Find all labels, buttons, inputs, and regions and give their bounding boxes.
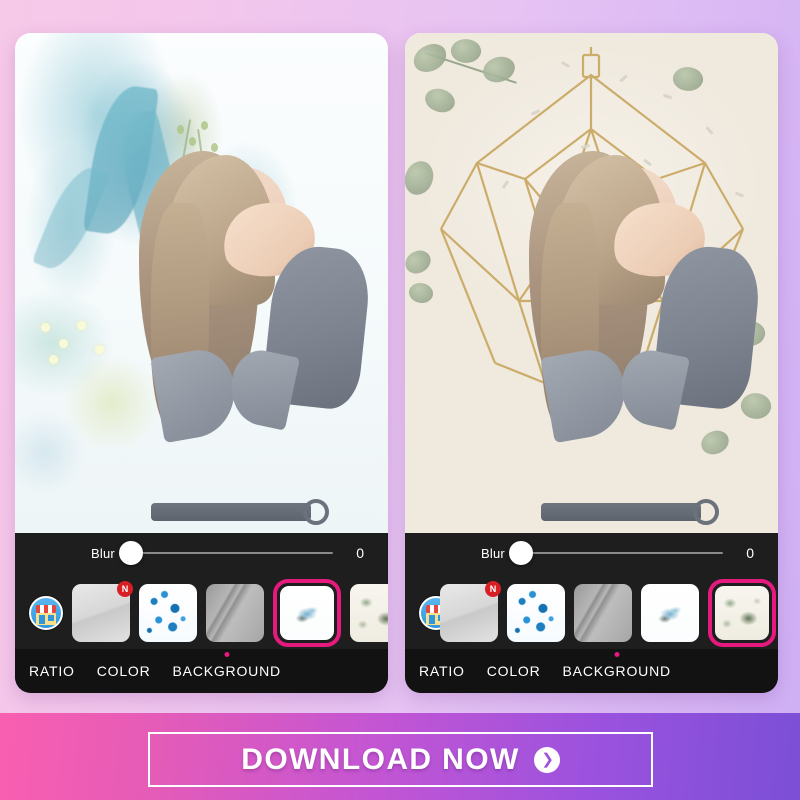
blur-slider-value: 0 <box>356 545 364 561</box>
promo-stage: Blur 0 N RATIO COLOR BACKGROUND Blur 0 N… <box>0 0 800 800</box>
thumb-image <box>715 586 769 640</box>
blur-slider-label: Blur <box>91 545 115 561</box>
belt-shape <box>151 503 311 521</box>
belt-ring <box>303 499 329 525</box>
blur-slider-row: Blur 0 <box>405 533 778 573</box>
thumb-blossom[interactable] <box>507 584 565 642</box>
new-badge: N <box>117 581 133 597</box>
blur-slider-value: 0 <box>746 545 754 561</box>
tab-background[interactable]: BACKGROUND <box>563 663 671 679</box>
editor-tab-bar[interactable]: RATIO COLOR BACKGROUND <box>15 649 388 693</box>
blur-slider-knob[interactable] <box>119 541 143 565</box>
thumb-wall[interactable] <box>574 584 632 642</box>
editor-tray: Blur 0 N RATIO COLOR BACKGROUND <box>405 533 778 693</box>
blur-slider-knob[interactable] <box>509 541 533 565</box>
chevron-right-icon: ❯ <box>533 746 560 773</box>
tab-ratio[interactable]: RATIO <box>29 663 75 679</box>
store-window-icon <box>48 615 54 621</box>
store-door-icon <box>39 615 45 624</box>
thumb-wall[interactable] <box>206 584 264 642</box>
blur-slider-label: Blur <box>481 545 505 561</box>
thumb-blue-sprig[interactable] <box>641 584 699 642</box>
thumb-eucalyptus[interactable] <box>708 579 776 647</box>
download-now-label: DOWNLOAD NOW <box>241 742 520 776</box>
new-badge: N <box>485 581 501 597</box>
thumb-fabric[interactable]: N <box>440 581 501 642</box>
before-photo <box>15 33 388 533</box>
tab-ratio[interactable]: RATIO <box>419 663 465 679</box>
thumb-eucalyptus[interactable] <box>350 584 388 642</box>
store-awning-icon <box>36 605 56 613</box>
blur-slider-track[interactable] <box>513 552 723 554</box>
thumb-blossom[interactable] <box>139 584 197 642</box>
thumb-image <box>350 584 388 642</box>
model-figure <box>15 33 388 533</box>
thumb-blue-sprig[interactable] <box>273 579 341 647</box>
background-thumbnail-list[interactable]: N <box>15 577 388 649</box>
thumb-image <box>280 586 334 640</box>
thumb-image <box>139 584 197 642</box>
belt-shape <box>541 503 701 521</box>
editor-tray: Blur 0 N RATIO COLOR BACKGROUND <box>15 533 388 693</box>
blur-slider-track[interactable] <box>123 552 333 554</box>
cta-banner: DOWNLOAD NOW ❯ <box>0 713 800 800</box>
before-panel: Blur 0 N RATIO COLOR BACKGROUND <box>15 33 388 693</box>
thumb-image <box>641 584 699 642</box>
thumb-image <box>206 584 264 642</box>
background-thumbnail-list[interactable]: N <box>405 577 778 649</box>
download-now-button[interactable]: DOWNLOAD NOW ❯ <box>148 732 653 787</box>
thumb-image <box>574 584 632 642</box>
tab-color[interactable]: COLOR <box>487 663 541 679</box>
after-photo <box>405 33 778 533</box>
belt-ring <box>693 499 719 525</box>
thumb-fabric[interactable]: N <box>72 581 133 642</box>
tab-background[interactable]: BACKGROUND <box>173 663 281 679</box>
store-icon[interactable] <box>29 596 63 630</box>
model-figure <box>405 33 778 533</box>
after-panel: Blur 0 N RATIO COLOR BACKGROUND <box>405 33 778 693</box>
store-door-icon <box>429 615 435 624</box>
blur-slider-row: Blur 0 <box>15 533 388 573</box>
editor-tab-bar[interactable]: RATIO COLOR BACKGROUND <box>405 649 778 693</box>
thumb-image <box>507 584 565 642</box>
tab-color[interactable]: COLOR <box>97 663 151 679</box>
